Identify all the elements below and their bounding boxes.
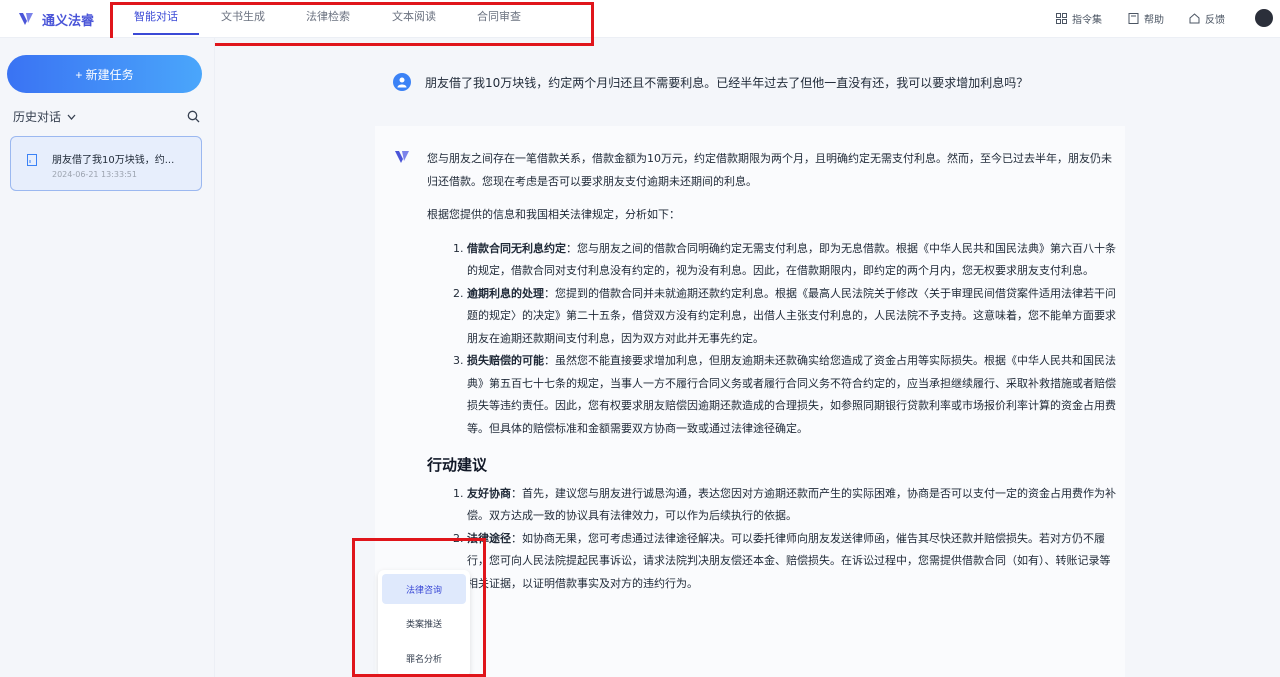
action-heading: 友好协商 [467,486,511,500]
person-icon [397,77,407,88]
app-name: 通义法睿 [42,13,95,29]
analysis-point: 3. 损失赔偿的可能：虽然您不能直接要求增加利息，但朋友逾期未还款确实给您造成了… [427,350,1117,440]
point-number: 3. [453,354,464,367]
assistant-message: 您与朋友之间存在一笔借款关系，借款金额为10万元，约定借款期限为两个月，且明确约… [375,126,1125,677]
history-item-title: 朋友借了我10万块钱，约... [52,155,175,166]
point-heading: 逾期利息的处理 [467,286,544,300]
analysis-lead: 根据您提供的信息和我国相关法律规定，分析如下： [427,208,680,221]
history-label: 历史对话 [13,110,62,124]
history-item-date: 2024-06-21 13:33:51 [52,170,137,179]
logo-icon [19,13,33,25]
user-message-text: 朋友借了我10万块钱，约定两个月归还且不需要利息。已经半年过去了但他一直没有还，… [425,75,1029,90]
point-text: ：您提到的借款合同并未就逾期还款约定利息。根据《最高人民法院关于修改〈关于审理民… [467,286,1116,345]
new-task-button[interactable]: + 新建任务 [7,55,202,93]
chevron-down-icon [67,114,76,120]
document-icon [27,154,37,166]
point-number: 2. [453,286,464,300]
point-text: ：虽然您不能直接要求增加利息，但朋友逾期未还款确实给您造成了资金占用等实际损失。… [467,354,1116,435]
history-dropdown[interactable]: 历史对话 [13,108,76,125]
help-button[interactable]: 帮助 [1128,11,1164,26]
point-number: 1. [453,241,464,255]
commands-button[interactable]: 指令集 [1056,11,1102,26]
action-point: 1. 友好协商：首先，建议您与朋友进行诚恳沟通，表达您因对方逾期还款而产生的实际… [427,483,1117,528]
feedback-label: 反馈 [1205,15,1225,26]
user-message-avatar [393,73,411,91]
point-heading: 借款合同无利息约定 [467,241,566,255]
book-icon [1128,13,1139,24]
action-text: ：如协商无果，您可考虑通过法律途径解决。可以委托律师向朋友发送律师函，催告其尽快… [467,531,1111,590]
analysis-point: 2. 逾期利息的处理：您提到的借款合同并未就逾期还款约定利息。根据《最高人民法院… [427,283,1117,351]
top-bar: 通义法睿 智能对话 文书生成 法律检索 文本阅读 合同审查 指令集 帮助 反馈 [0,0,1280,46]
analysis-point: 1. 借款合同无利息约定：您与朋友之间的借款合同明确约定无需支付利息，即为无息借… [427,238,1117,283]
action-section-title: 行动建议 [427,456,488,474]
action-text: ：首先，建议您与朋友进行诚恳沟通，表达您因对方逾期还款而产生的实际困难，协商是否… [467,486,1116,523]
action-point: 2. 法律途径：如协商无果，您可考虑通过法律途径解决。可以委托律师向朋友发送律师… [427,528,1117,596]
history-item[interactable]: 朋友借了我10万块钱，约... 2024-06-21 13:33:51 [10,136,202,191]
app-logo[interactable]: 通义法睿 [16,9,94,29]
search-icon[interactable] [187,110,200,123]
point-heading: 损失赔偿的可能 [467,354,544,367]
active-tab-underline [133,33,199,35]
grid-icon [1056,13,1067,24]
popup-highlight-box [352,538,486,677]
sidebar: + 新建任务 历史对话 朋友借了我10万块钱，约... 2024-06-21 1… [0,38,215,677]
answer-intro: 您与朋友之间存在一笔借款关系，借款金额为10万元，约定借款期限为两个月，且明确约… [427,152,1112,188]
help-label: 帮助 [1144,15,1164,26]
user-avatar[interactable] [1255,9,1273,27]
feedback-button[interactable]: 反馈 [1189,11,1225,26]
commands-label: 指令集 [1072,15,1102,26]
user-message: 朋友借了我10万块钱，约定两个月归还且不需要利息。已经半年过去了但他一直没有还，… [393,73,1028,91]
action-number: 1. [453,486,464,500]
home-icon [1189,13,1200,24]
assistant-logo-icon [395,151,409,163]
assistant-message-body: 您与朋友之间存在一笔借款关系，借款金额为10万元，约定借款期限为两个月，且明确约… [427,148,1117,595]
